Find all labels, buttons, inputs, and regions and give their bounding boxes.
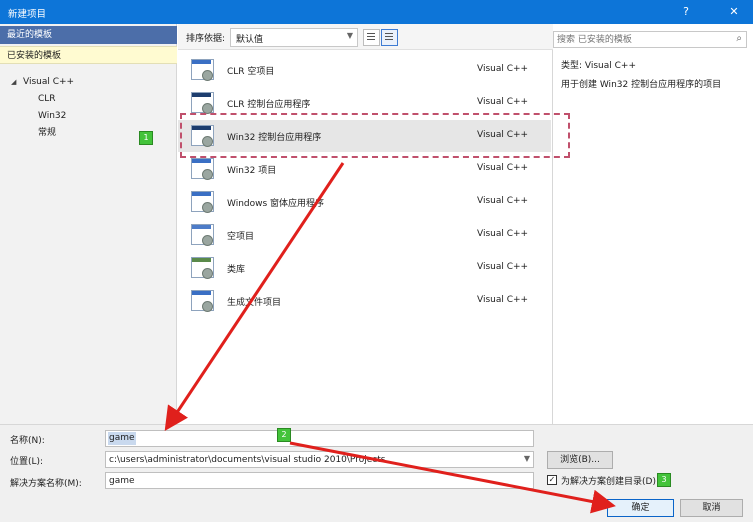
cancel-button[interactable]: 取消 — [680, 499, 743, 517]
list-view-button[interactable] — [381, 29, 398, 46]
step-3-badge: 3 — [657, 473, 671, 487]
template-type: 类型: Visual C++ — [561, 61, 636, 71]
solution-name-input[interactable] — [109, 474, 529, 487]
close-button[interactable]: ✕ — [721, 0, 747, 24]
search-icon[interactable]: ⌕ — [736, 33, 742, 44]
create-directory-label: 为解决方案创建目录(D) — [561, 477, 656, 487]
checkmark-icon: ✓ — [548, 475, 556, 484]
location-label: 位置(L): — [10, 457, 44, 467]
create-directory-checkbox[interactable]: ✓ — [547, 475, 557, 485]
sort-dropdown[interactable]: 默认值 ▼ — [230, 28, 358, 47]
step-1-badge: 1 — [139, 131, 153, 145]
template-name: 类库 — [227, 265, 246, 275]
help-button[interactable]: ? — [673, 0, 699, 24]
tree-item-visual-cpp[interactable]: ◢ Visual C++ — [0, 74, 177, 90]
small-icons-view-button[interactable] — [363, 29, 380, 46]
template-language: Visual C++ — [477, 97, 529, 107]
project-settings-form: 名称(N): game 位置(L): ▼ 浏览(B)... 解决方案名称(M):… — [0, 424, 753, 522]
template-language: Visual C++ — [477, 262, 529, 272]
template-language: Visual C++ — [477, 64, 529, 74]
search-input[interactable] — [557, 33, 717, 46]
selection-highlight-box — [180, 113, 570, 158]
template-search-box[interactable]: ⌕ — [553, 31, 747, 48]
project-template-icon — [191, 224, 214, 246]
step-2-badge: 2 — [277, 428, 291, 442]
template-name: Win32 项目 — [227, 166, 277, 176]
browse-button[interactable]: 浏览(B)... — [547, 451, 613, 469]
installed-templates-header[interactable]: 已安装的模板 — [0, 46, 177, 64]
chevron-down-icon[interactable]: ▼ — [524, 454, 530, 463]
tree-item-win32[interactable]: Win32 — [0, 108, 177, 124]
template-row[interactable]: 生成文件项目 Visual C++ — [178, 285, 551, 317]
template-category-panel: 最近的模板 已安装的模板 ◢ Visual C++ CLR Win32 常规 — [0, 24, 177, 424]
template-language: Visual C++ — [477, 295, 529, 305]
location-field[interactable]: ▼ — [105, 451, 534, 468]
name-input[interactable] — [109, 432, 529, 445]
template-name: 空项目 — [227, 232, 255, 242]
template-info-panel: ⌕ 类型: Visual C++ 用于创建 Win32 控制台应用程序的项目 — [553, 24, 753, 424]
ok-button[interactable]: 确定 — [607, 499, 674, 517]
template-row[interactable]: 类库 Visual C++ — [178, 252, 551, 284]
window-title: 新建项目 — [8, 9, 47, 20]
project-template-icon — [191, 59, 214, 81]
recent-templates-header[interactable]: 最近的模板 — [0, 26, 177, 44]
sort-label: 排序依据: — [186, 34, 226, 44]
template-name: 生成文件项目 — [227, 298, 282, 308]
project-template-icon — [191, 191, 214, 213]
template-row[interactable]: CLR 空项目 Visual C++ — [178, 54, 551, 86]
template-name: CLR 空项目 — [227, 67, 275, 77]
template-description: 用于创建 Win32 控制台应用程序的项目 — [561, 80, 722, 90]
chevron-down-icon: ▼ — [346, 31, 353, 40]
template-language: Visual C++ — [477, 196, 529, 206]
template-language: Visual C++ — [477, 163, 529, 173]
solution-name-field[interactable] — [105, 472, 534, 489]
project-template-icon — [191, 290, 214, 312]
project-template-icon — [191, 92, 214, 114]
project-template-icon — [191, 257, 214, 279]
name-label: 名称(N): — [10, 436, 45, 446]
template-row[interactable]: Windows 窗体应用程序 Visual C++ — [178, 186, 551, 218]
template-row[interactable]: 空项目 Visual C++ — [178, 219, 551, 251]
title-bar: 新建项目 ? ✕ — [0, 0, 753, 24]
name-field[interactable]: game — [105, 430, 534, 447]
project-template-icon — [191, 158, 214, 180]
template-name: CLR 控制台应用程序 — [227, 100, 311, 110]
solution-name-label: 解决方案名称(M): — [10, 479, 82, 489]
template-name: Windows 窗体应用程序 — [227, 199, 325, 209]
sort-toolbar: 排序依据: 默认值 ▼ — [178, 24, 553, 50]
tree-item-clr[interactable]: CLR — [0, 91, 177, 107]
location-input[interactable] — [109, 453, 519, 466]
expand-triangle-icon[interactable]: ◢ — [11, 74, 16, 90]
template-language: Visual C++ — [477, 229, 529, 239]
template-list: CLR 空项目 Visual C++ CLR 控制台应用程序 Visual C++ Wi… — [178, 50, 553, 424]
